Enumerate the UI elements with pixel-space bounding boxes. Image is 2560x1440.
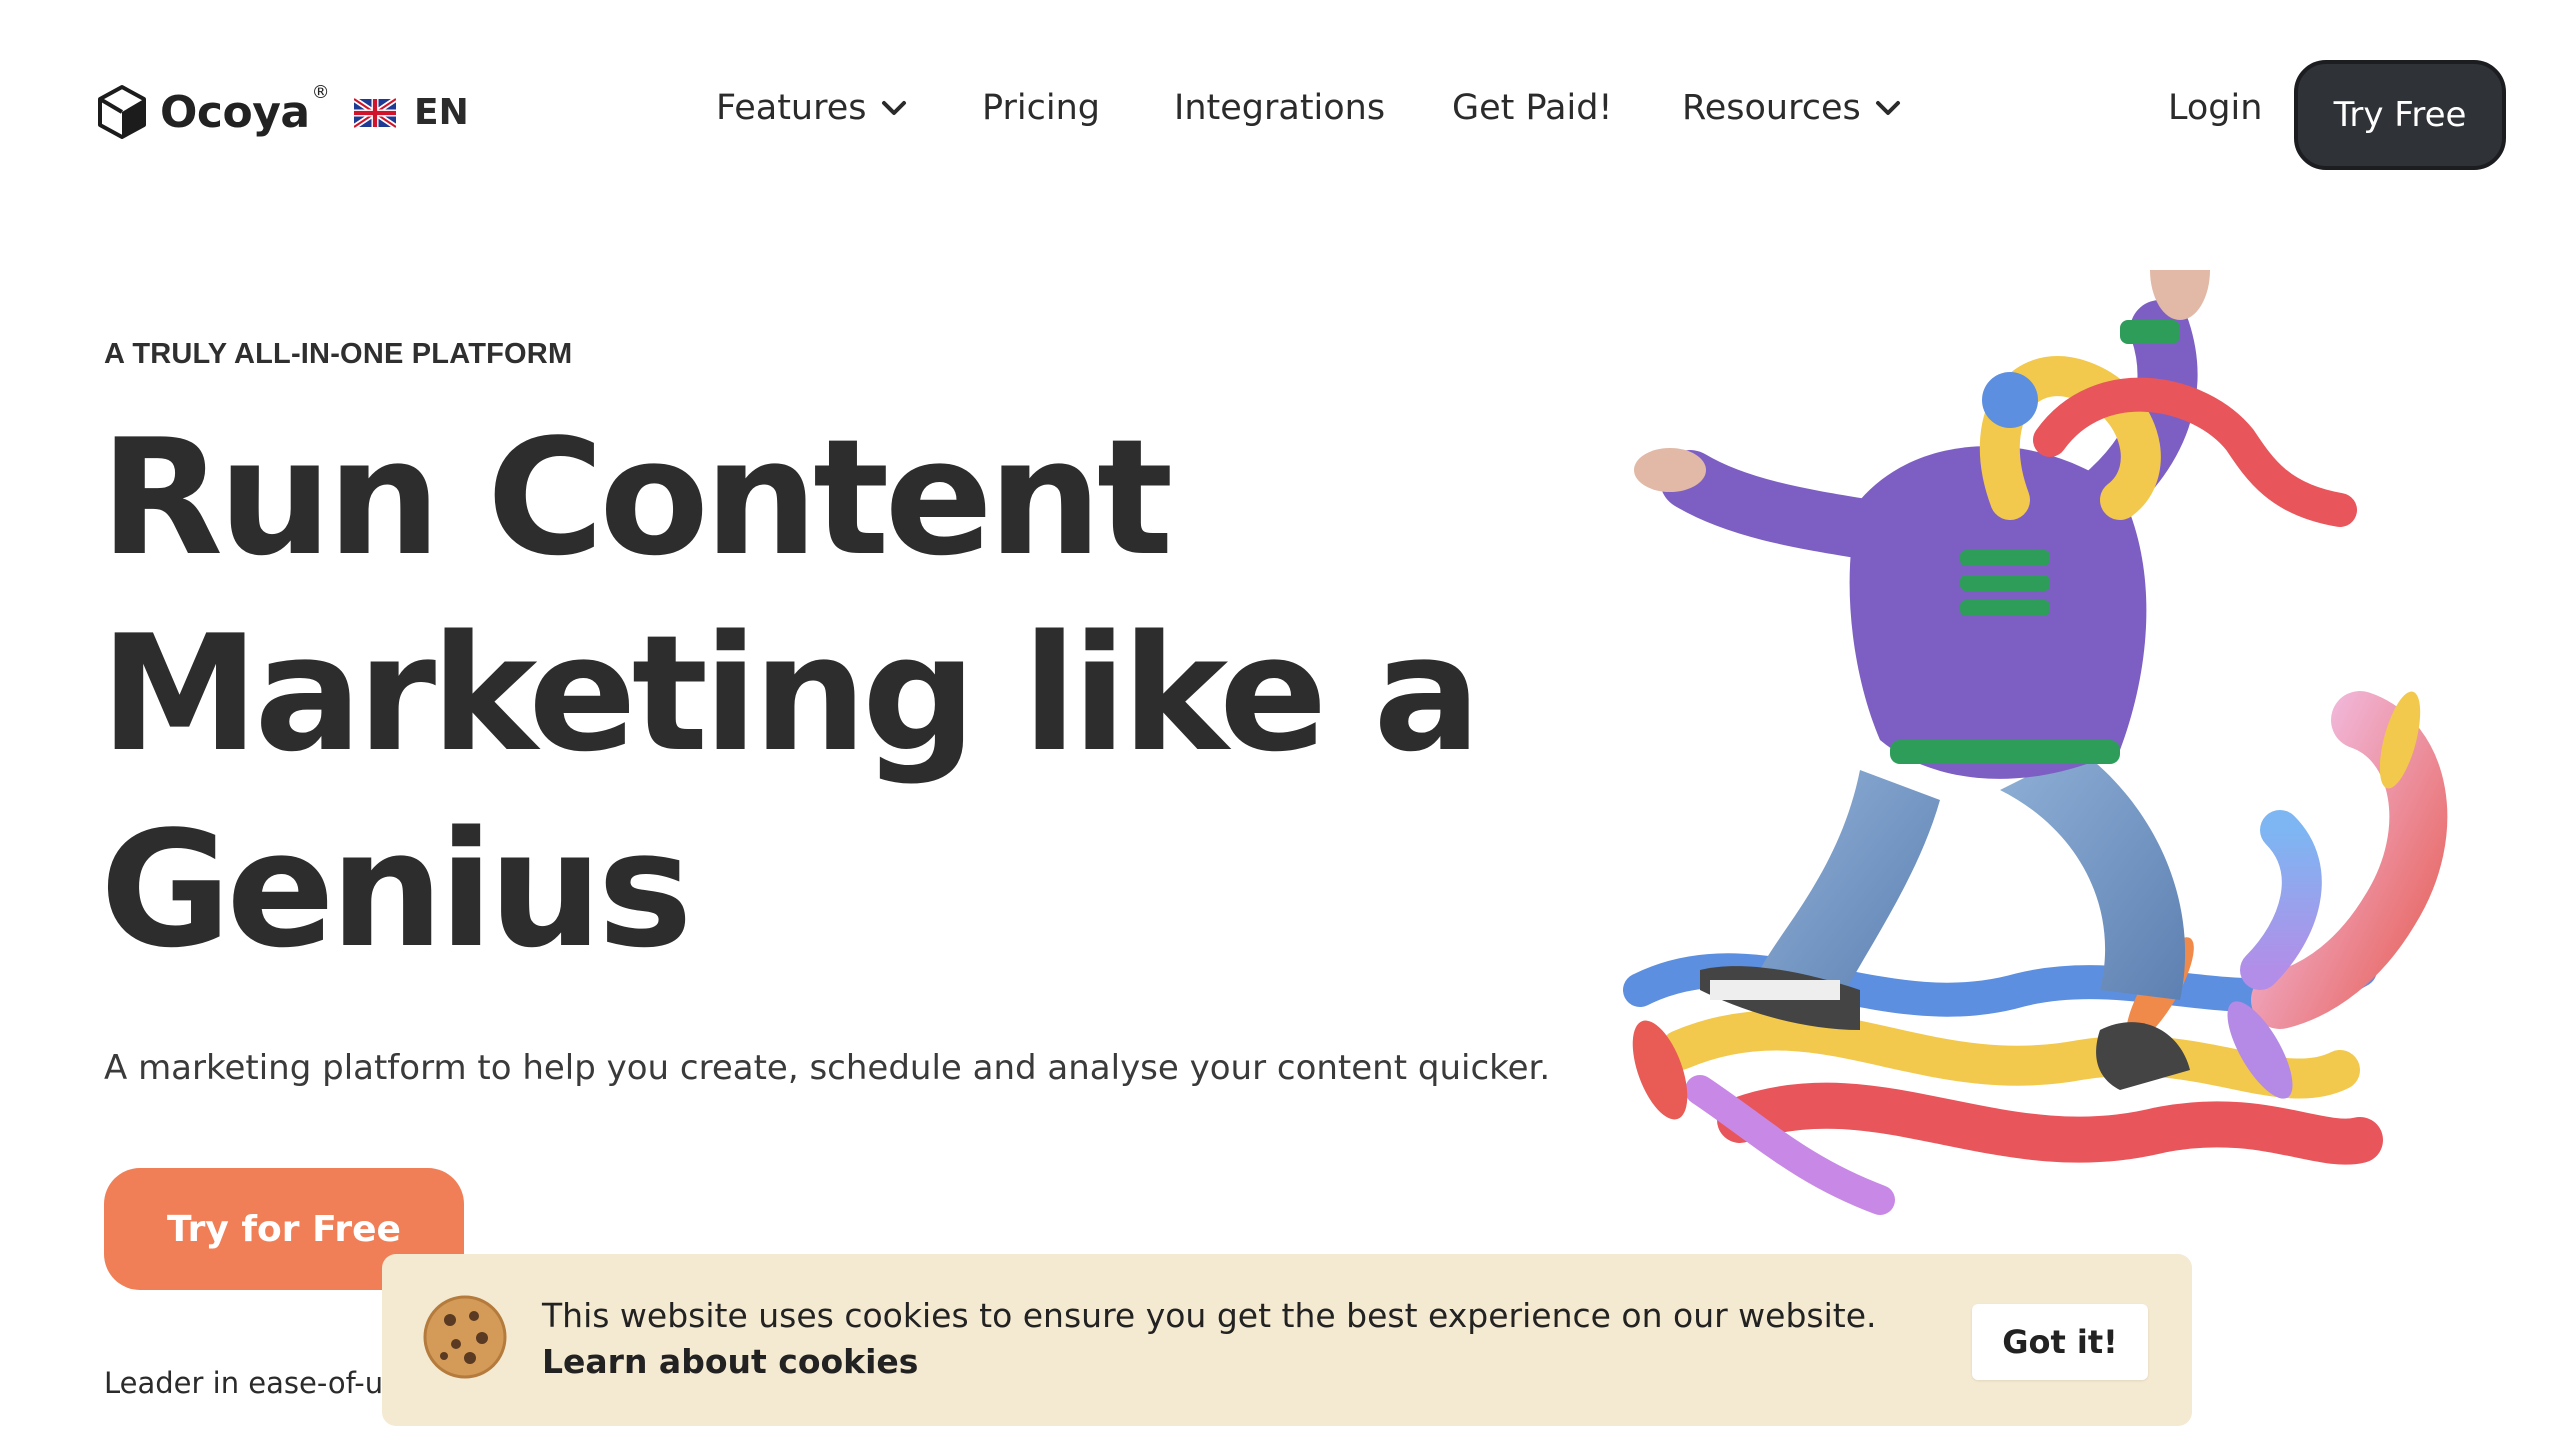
nav-resources[interactable]: Resources <box>1682 88 1901 128</box>
nav-features[interactable]: Features <box>716 88 907 128</box>
got-it-button[interactable]: Got it! <box>1972 1304 2148 1380</box>
uk-flag-icon <box>354 96 396 129</box>
headline-line-1: Run Content <box>100 404 1173 591</box>
cube-logo-icon <box>98 85 146 139</box>
registered-mark: ® <box>311 81 330 103</box>
nav-get-paid-label: Get Paid! <box>1452 88 1613 128</box>
site-header: Ocoya ® EN Features Pricing Integrations… <box>0 0 2560 230</box>
login-link[interactable]: Login <box>2168 88 2262 128</box>
try-free-button[interactable]: Try Free <box>2294 60 2506 170</box>
chevron-down-icon <box>881 101 906 115</box>
cookie-banner: This website uses cookies to ensure you … <box>382 1254 2192 1426</box>
headline-line-3: Genius <box>100 796 693 983</box>
nav-integrations[interactable]: Integrations <box>1174 88 1385 128</box>
language-label: EN <box>414 92 469 133</box>
nav-integrations-label: Integrations <box>1174 88 1386 128</box>
headline-line-2: Marketing like a <box>100 600 1481 787</box>
nav-get-paid[interactable]: Get Paid! <box>1452 88 1612 128</box>
language-selector[interactable]: EN <box>354 92 469 133</box>
brand-logo[interactable]: Ocoya ® <box>96 81 330 140</box>
hero-eyebrow: A TRULY ALL-IN-ONE PLATFORM <box>104 338 573 370</box>
cookie-message: This website uses cookies to ensure you … <box>542 1296 1877 1335</box>
cookie-icon <box>423 1295 507 1379</box>
hero-subtitle: A marketing platform to help you create,… <box>104 1048 1551 1088</box>
learn-about-cookies-link[interactable]: Learn about cookies <box>542 1342 918 1381</box>
nav-pricing[interactable]: Pricing <box>982 88 1100 128</box>
nav-resources-label: Resources <box>1682 88 1861 128</box>
brand-name: Ocoya <box>160 86 310 138</box>
chevron-down-icon <box>1875 101 1900 115</box>
hero-illustration <box>1623 270 2448 1215</box>
leader-badge-text: Leader in ease-of-use <box>104 1366 417 1400</box>
nav-features-label: Features <box>716 88 867 128</box>
hero-headline: Run Content Marketing like a Genius <box>100 400 1500 988</box>
nav-pricing-label: Pricing <box>982 88 1100 128</box>
